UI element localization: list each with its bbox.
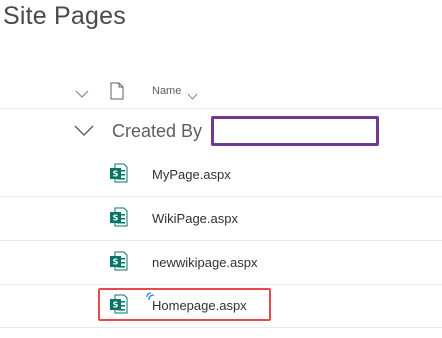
sharepoint-page-icon: S [110, 207, 128, 227]
svg-text:S: S [113, 258, 119, 267]
name-column-header[interactable]: Name [152, 85, 181, 97]
sharepoint-page-icon: S [110, 163, 128, 183]
file-name-link[interactable]: WikiPage.aspx [152, 211, 238, 226]
chevron-down-icon[interactable] [75, 86, 89, 98]
group-label: Created By [112, 121, 203, 141]
list-item[interactable]: S WikiPage.aspx [0, 196, 442, 241]
file-name-link[interactable]: newwikipage.aspx [152, 255, 258, 270]
svg-text:S: S [113, 170, 119, 179]
group-header-row[interactable]: Created By [0, 108, 442, 153]
file-name-link[interactable]: MyPage.aspx [152, 167, 231, 182]
highlight-annotation [98, 288, 271, 321]
list-item[interactable]: S newwikipage.aspx [0, 240, 442, 285]
sharepoint-page-icon: S [110, 251, 128, 271]
document-icon [110, 82, 124, 100]
list-header-row: Name [0, 76, 442, 109]
group-value-redacted [211, 116, 379, 146]
list-item[interactable]: S MyPage.aspx [0, 152, 442, 197]
sort-chevron-icon[interactable] [187, 88, 198, 100]
page-title: Site Pages [3, 2, 126, 30]
chevron-down-icon[interactable] [74, 124, 94, 137]
svg-text:S: S [113, 214, 119, 223]
